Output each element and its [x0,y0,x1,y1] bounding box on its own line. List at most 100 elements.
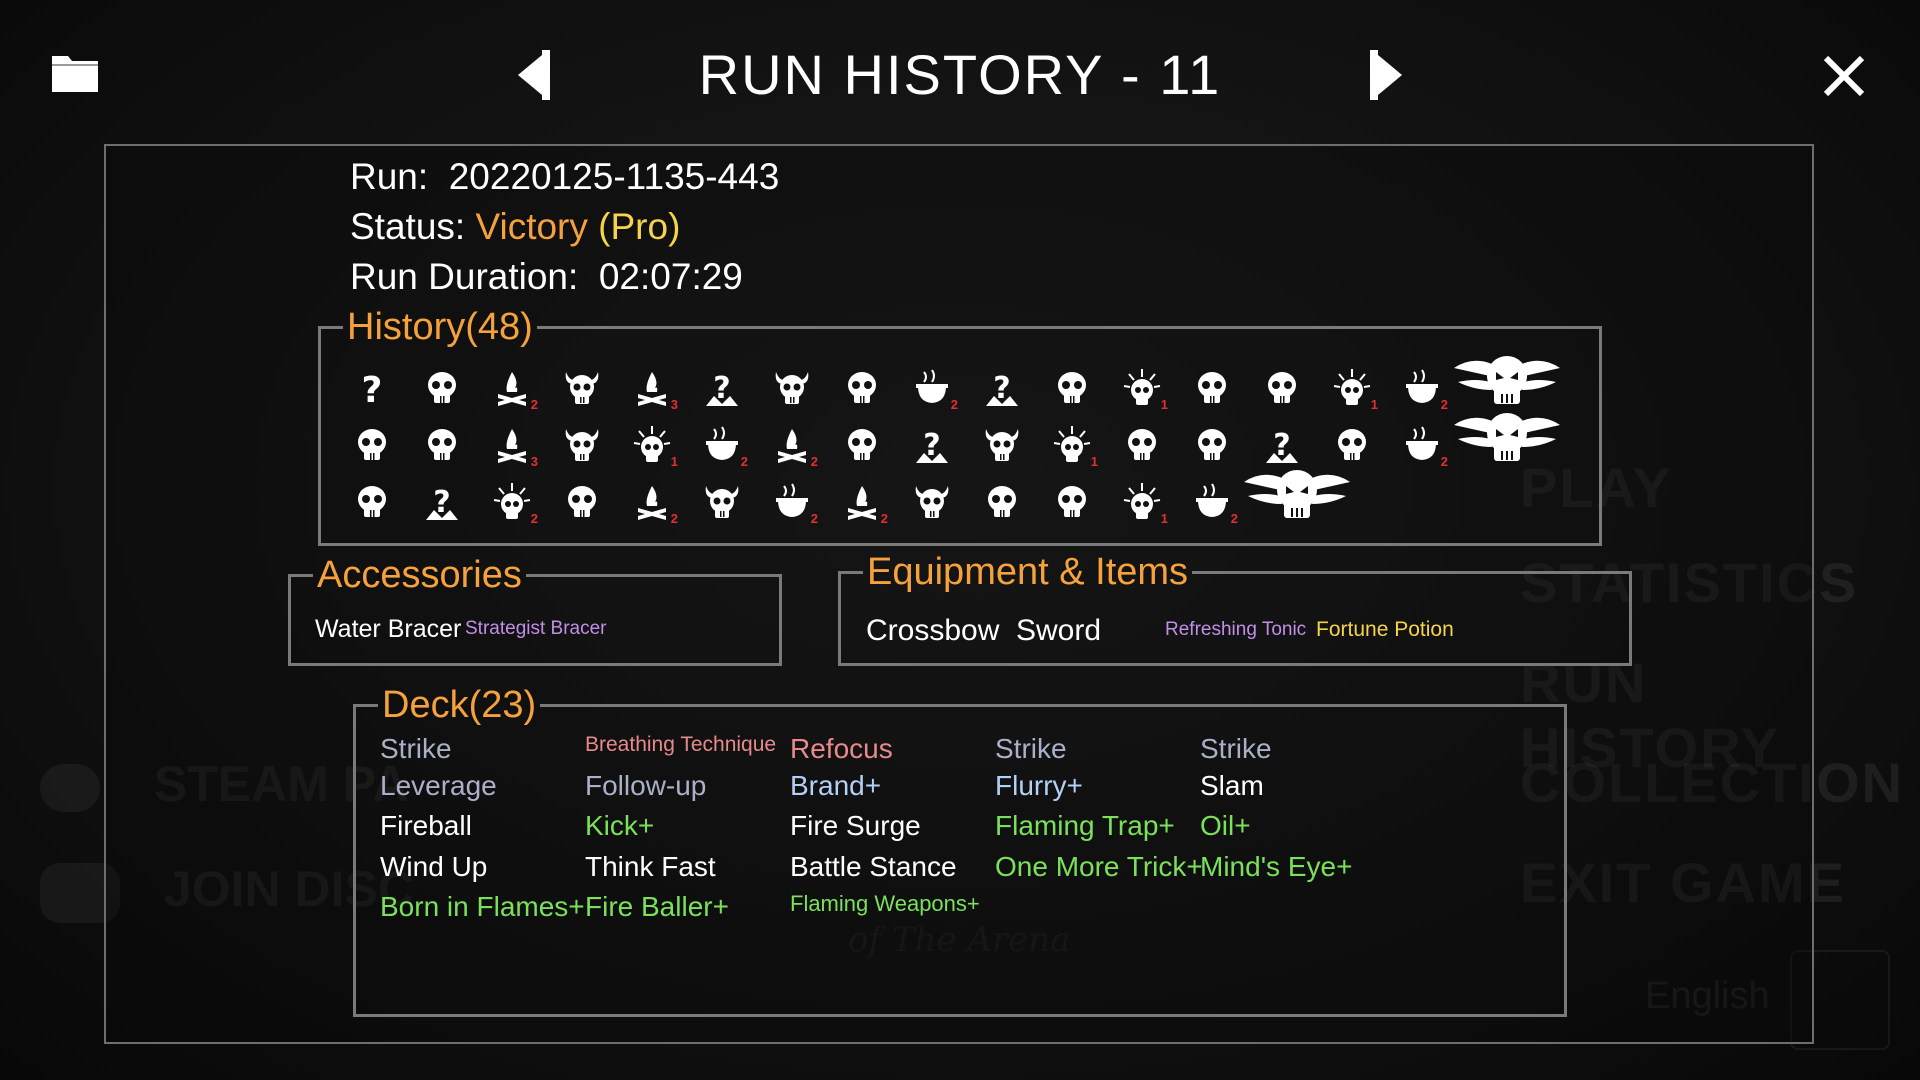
spiky-skull-icon: 1 [1332,368,1378,412]
cauldron-icon: 2 [702,425,748,469]
skull-icon [562,482,602,522]
horned-skull-icon [772,368,812,408]
count-badge: 2 [530,511,538,526]
deck-card[interactable]: Flaming Trap+ [995,810,1175,842]
count-badge: 2 [1440,454,1448,469]
event-icon: ? [1262,425,1302,465]
skull-icon [1122,425,1162,465]
count-badge: 1 [1160,511,1168,526]
duration-value: 02:07:29 [598,256,743,297]
equipment-item[interactable]: Refreshing Tonic [1165,619,1306,641]
count-badge: 2 [950,397,958,412]
spiky-skull-icon: 1 [1122,368,1168,412]
skull-icon [1192,368,1232,408]
equipment-item[interactable]: Sword [1016,614,1101,648]
deck-card[interactable]: Mind's Eye+ [1200,851,1352,883]
event-icon: ? [702,368,742,408]
deck-card[interactable]: Leverage [380,770,497,802]
deck-card[interactable]: Strike [380,733,452,765]
close-icon [1823,55,1865,97]
horned-skull-icon [562,368,602,408]
count-badge: 1 [670,454,678,469]
svg-text:?: ? [362,370,383,411]
horned-skull-icon [982,425,1022,465]
equipment-box: Equipment & Items [838,553,1632,666]
deck-card[interactable]: Wind Up [380,851,487,883]
deck-card[interactable]: Fireball [380,810,472,842]
arrow-right-icon [1370,50,1402,100]
deck-box: Deck(23) [353,686,1567,1017]
equipment-title: Equipment & Items [867,551,1189,593]
deck-card[interactable]: Think Fast [585,851,716,883]
equipment-item[interactable]: Crossbow [866,614,999,648]
event-icon: ? [982,368,1022,408]
run-id-value: 20220125-1135-443 [448,156,780,197]
campfire-icon: 2 [492,368,538,412]
deck-card[interactable]: Born in Flames+ [380,891,585,923]
horned-skull-icon [912,482,952,522]
deck-title: Deck(23) [382,684,537,726]
status-line: Status: Victory (Pro) [350,206,680,248]
close-button[interactable] [1822,54,1866,98]
deck-card[interactable]: Slam [1200,770,1264,802]
deck-card[interactable]: Fire Surge [790,810,921,842]
skull-icon [352,425,392,465]
skull-icon [842,368,882,408]
skull-icon [1052,368,1092,408]
count-badge: 2 [810,454,818,469]
duration-line: Run Duration: 02:07:29 [350,256,743,298]
accessory-item[interactable]: Water Bracer [315,615,461,644]
deck-card[interactable]: Fire Baller+ [585,891,729,923]
deck-card[interactable]: Battle Stance [790,851,957,883]
horned-skull-icon [702,482,742,522]
campfire-icon: 2 [632,482,678,526]
deck-card[interactable]: Oil+ [1200,810,1251,842]
event-icon: ? [422,482,462,522]
status-value: Victory [475,206,588,247]
deck-card[interactable]: One More Trick+ [995,851,1203,883]
campfire-icon: 2 [842,482,888,526]
cauldron-icon: 2 [772,482,818,526]
count-badge: 2 [1440,397,1448,412]
cauldron-icon: 2 [912,368,958,412]
skull-icon [352,482,392,522]
count-badge: 1 [1160,397,1168,412]
equipment-item[interactable]: Fortune Potion [1316,618,1454,642]
deck-card[interactable]: Flurry+ [995,770,1083,802]
deck-card[interactable]: Kick+ [585,810,654,842]
deck-card[interactable]: Strike [1200,733,1272,765]
spiky-skull-icon: 1 [1052,425,1098,469]
count-badge: 2 [740,454,748,469]
campfire-icon: 2 [772,425,818,469]
count-badge: 3 [670,397,678,412]
deck-card[interactable]: Flaming Weapons+ [790,891,980,917]
next-run-button[interactable] [1364,48,1408,102]
deck-card[interactable]: Strike [995,733,1067,765]
status-label: Status: [350,206,466,247]
skull-icon [1332,425,1372,465]
deck-card[interactable]: Breathing Technique [585,733,776,757]
deck-card[interactable]: Follow-up [585,770,706,802]
accessory-item[interactable]: Strategist Bracer [465,618,607,640]
skull-icon [422,368,462,408]
skull-icon [1262,368,1302,408]
count-badge: 2 [810,511,818,526]
skull-icon [982,482,1022,522]
spiky-skull-icon: 1 [632,425,678,469]
boss-icon [1452,348,1562,408]
skull-icon [1052,482,1092,522]
event-icon: ? [912,425,952,465]
boss-icon [1452,405,1562,465]
duration-label: Run Duration: [350,256,579,297]
horned-skull-icon [562,425,602,465]
page-title: RUN HISTORY - 11 [698,43,1222,106]
accessories-box: Accessories [288,556,782,666]
deck-card[interactable]: Brand+ [790,770,881,802]
count-badge: 2 [670,511,678,526]
campfire-icon: 3 [632,368,678,412]
count-badge: 2 [880,511,888,526]
deck-card[interactable]: Refocus [790,733,893,765]
campfire-icon: 3 [492,425,538,469]
steam-icon [40,763,100,812]
cauldron-icon: 2 [1402,425,1448,469]
